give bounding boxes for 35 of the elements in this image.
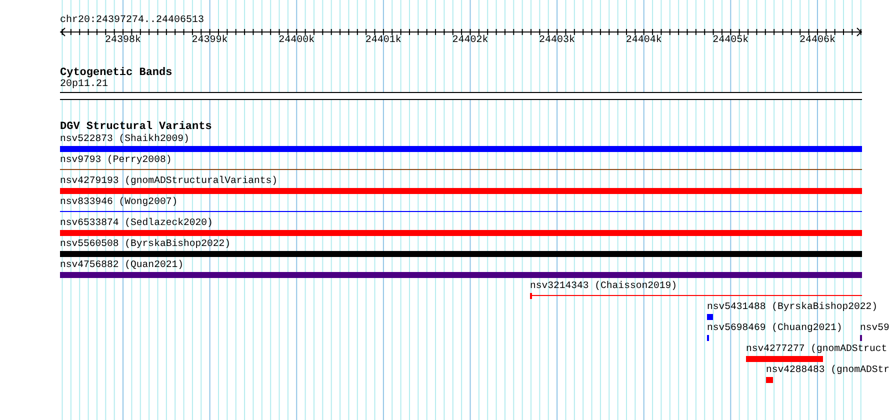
variant-label: nsv5698469 (Chuang2021) [707,322,842,334]
variant-line[interactable] [530,293,862,299]
variant-bar[interactable] [60,272,862,278]
ruler-label: 24405k [712,35,749,47]
variant-label: nsv4756882 (Quan2021) [60,259,184,271]
variant-bar[interactable] [766,377,773,383]
variant-label: nsv5431488 (ByrskaBishop2022) [707,301,878,313]
variant-label: nsv4279193 (gnomADStructuralVariants) [60,175,278,187]
variant-label: nsv3214343 (Chaisson2019) [530,280,677,292]
variant-label: nsv4288483 (gnomADStr [766,364,890,376]
variant-bar[interactable] [746,356,823,362]
variant-label: nsv522873 (Shaikh2009) [60,133,190,145]
variant-bar[interactable] [60,188,862,194]
ruler-label: 24406k [799,35,836,47]
ruler-label: 24402k [452,35,488,47]
variant-label: nsv6533874 (Sedlazeck2020) [60,217,213,229]
track-title: Cytogenetic Bands [60,67,172,79]
variant-bar[interactable] [707,314,713,320]
ruler-label: 24398k [105,35,142,47]
variant-label: nsv9793 (Perry2008) [60,154,172,166]
ruler-label: 24403k [539,35,576,47]
variant-label: nsv833946 (Wong2007) [60,196,178,208]
location-text: chr20:24397274..24406513 [60,15,204,27]
variant-label: nsv59 [860,322,890,334]
variant-label: nsv4277277 (gnomADStruct [746,343,888,355]
ruler-label: 24399k [192,35,228,47]
ruler-label: 24404k [626,35,662,47]
band-label: 20p11.21 [60,79,108,91]
ruler-label: 24401k [365,35,402,47]
variant-bar[interactable] [60,230,862,236]
variant-label: nsv5560508 (ByrskaBishop2022) [60,238,230,250]
ruler-label: 24400k [278,35,315,47]
track-title: DGV Structural Variants [60,121,212,133]
variant-bar[interactable] [60,146,862,152]
variant-bar[interactable] [60,251,862,257]
